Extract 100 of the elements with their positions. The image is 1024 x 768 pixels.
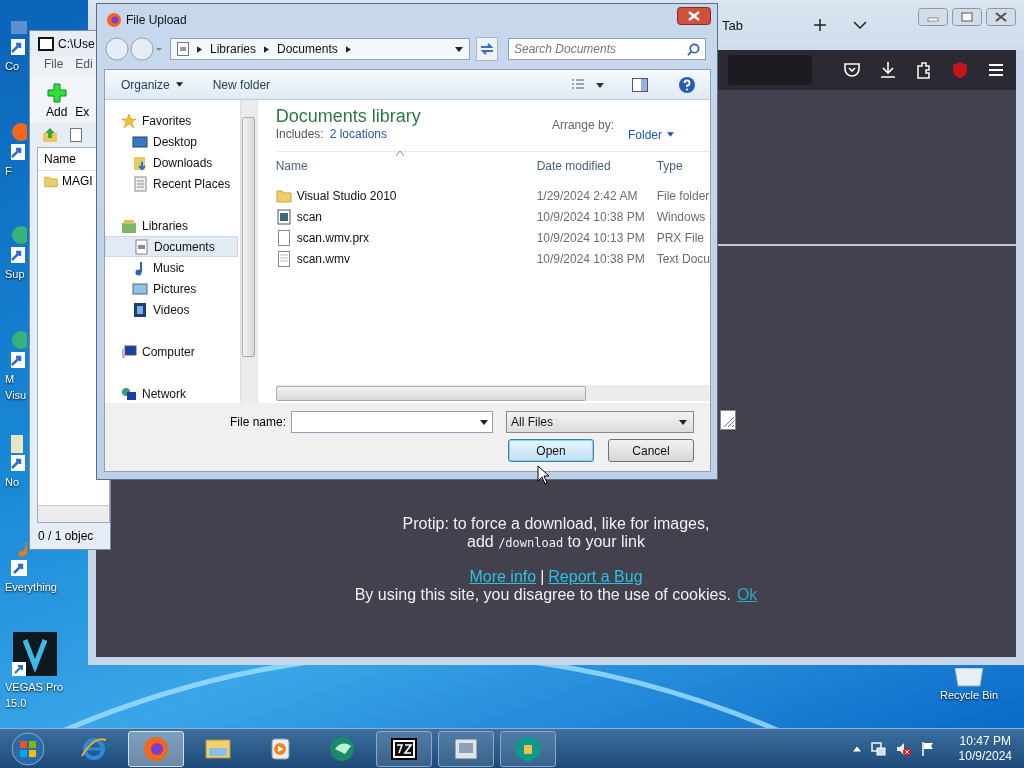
nav-item[interactable]: Recent Places	[105, 173, 238, 194]
nav-item[interactable]: Documents	[105, 236, 238, 257]
library-heading: Documents library	[275, 106, 421, 127]
pocket-icon[interactable]	[842, 60, 862, 80]
caret-icon	[679, 419, 687, 425]
arrange-by-label: Arrange by:	[551, 118, 614, 134]
arrange-by-dropdown[interactable]: Folder	[628, 118, 674, 151]
breadcrumb-arrow-icon[interactable]	[197, 45, 202, 53]
more-info-link[interactable]: More info	[469, 568, 537, 586]
nav-item[interactable]: Libraries	[105, 215, 238, 236]
nav-item[interactable]: Desktop	[105, 131, 238, 152]
date-modified-cell-text: 10/9/2024 10:13 PM	[536, 230, 646, 245]
file-name[interactable]: scan	[296, 209, 322, 224]
refresh-icon[interactable]	[476, 37, 498, 61]
download-icon[interactable]	[878, 60, 898, 80]
help-icon[interactable]	[678, 75, 696, 94]
dropdown-caret-icon[interactable]	[455, 46, 463, 52]
cancel-button[interactable]: Cancel	[608, 439, 694, 462]
menu-item[interactable]: File	[44, 57, 64, 75]
nav-item[interactable]: Favorites	[105, 110, 238, 131]
vegas-shortcut-icon[interactable]	[11, 630, 59, 678]
nav-item[interactable]: Network	[105, 383, 238, 404]
column-header[interactable]: Name	[275, 159, 537, 173]
open-button[interactable]: Open	[508, 439, 594, 462]
clock[interactable]: 10:47 PM 10/9/2024	[958, 733, 1012, 764]
file-name-field[interactable]	[291, 411, 493, 433]
taskbar-button[interactable]	[376, 730, 432, 767]
breadcrumb-item[interactable]: Documents	[277, 42, 338, 56]
organize-menu-button[interactable]: Organize	[121, 77, 183, 92]
show-hidden-icons-icon[interactable]	[852, 745, 861, 752]
breadcrumb-arrow-icon[interactable]	[345, 45, 351, 53]
menu-item[interactable]: Edi	[75, 57, 93, 75]
up-folder-icon[interactable]	[42, 127, 58, 143]
folder-icon	[44, 174, 58, 188]
chevron-down-icon[interactable]	[852, 18, 867, 32]
nav-icon	[132, 175, 148, 192]
horizontal-scrollbar[interactable]	[275, 385, 710, 401]
cookie-ok-link[interactable]: Ok	[736, 586, 758, 604]
column-header[interactable]: Type	[656, 159, 710, 173]
document-icon	[177, 42, 189, 56]
desktop-icon-label: Visu	[5, 388, 27, 402]
file-type-cell: File folder	[656, 188, 710, 203]
file-name[interactable]: scan.wmv.prx	[296, 230, 370, 245]
caret-icon	[175, 82, 183, 87]
desktop-icon-label: No	[5, 475, 20, 489]
view-options-icon[interactable]	[570, 77, 606, 92]
sort-indicator-icon	[395, 151, 404, 156]
file-name-label: File name:	[229, 415, 286, 429]
nav-icon	[132, 133, 148, 150]
search-icon[interactable]	[687, 43, 700, 56]
shield-icon	[513, 733, 543, 764]
desktop-icon-label: F	[5, 164, 12, 178]
breadcrumb-item[interactable]: Libraries	[210, 42, 257, 56]
address-bar[interactable]: Libraries Documents	[170, 38, 470, 60]
file-name[interactable]: scan.wmv	[296, 251, 350, 266]
file-type-cell-text: Windows	[656, 209, 707, 224]
vertical-scrollbar[interactable]	[239, 100, 257, 403]
desktop-icon-label: Everything	[5, 580, 57, 594]
close-icon[interactable]	[986, 8, 1016, 26]
protip-text: Protip: to force a download, like for images, add /download to your link	[402, 515, 710, 552]
file-type-cell-text: PRX File	[656, 230, 705, 245]
file-name[interactable]: Visual Studio 2010	[296, 188, 397, 203]
nav-item[interactable]: Videos	[105, 299, 238, 320]
file-type-dropdown[interactable]: All Files	[506, 411, 694, 433]
restore-icon[interactable]	[952, 8, 982, 26]
nav-item[interactable]: Music	[105, 257, 238, 278]
desktop-icon-label: Recycle Bin	[940, 688, 999, 702]
close-icon[interactable]	[677, 7, 711, 25]
dialog-title: File Upload	[126, 13, 187, 27]
caret-icon	[480, 419, 488, 425]
search-field[interactable]: Search Documents	[508, 38, 706, 60]
browser-tab[interactable]: Tab	[722, 17, 743, 33]
nav-icon	[132, 280, 148, 297]
nav-icon	[121, 385, 137, 402]
nav-item[interactable]: Pictures	[105, 278, 238, 299]
shortcut-icon[interactable]	[11, 433, 27, 473]
link-separator: |	[540, 568, 545, 586]
preview-pane-icon[interactable]	[632, 77, 648, 92]
column-header[interactable]: Date modified	[536, 159, 657, 173]
nav-item[interactable]: Downloads	[105, 152, 238, 173]
add-button[interactable]: Add	[46, 83, 68, 119]
new-folder-button[interactable]: New folder	[212, 77, 271, 92]
breadcrumb-arrow-icon[interactable]	[264, 45, 270, 53]
firefox-shortcut-icon[interactable]	[11, 122, 27, 162]
file-name[interactable]: MAGI	[62, 174, 93, 188]
locations-link[interactable]: 2 locations	[329, 127, 388, 141]
network-icon[interactable]	[869, 740, 886, 757]
report-bug-link[interactable]: Report a Bug	[548, 568, 643, 586]
new-tab-plus-icon[interactable]	[812, 18, 827, 32]
horizontal-scrollbar[interactable]	[38, 505, 109, 522]
flag-icon[interactable]	[919, 740, 936, 757]
column-header[interactable]: Name	[38, 148, 86, 170]
shortcut-icon[interactable]	[11, 225, 27, 265]
caret-icon	[667, 132, 674, 137]
nav-item[interactable]: Computer	[105, 341, 238, 362]
shortcut-icon[interactable]	[11, 330, 27, 370]
toolbar-button[interactable]: Ex	[75, 105, 90, 119]
includes-label: Includes:	[275, 127, 324, 141]
start-button[interactable]	[10, 730, 46, 767]
resize-grip-icon[interactable]	[720, 410, 736, 430]
